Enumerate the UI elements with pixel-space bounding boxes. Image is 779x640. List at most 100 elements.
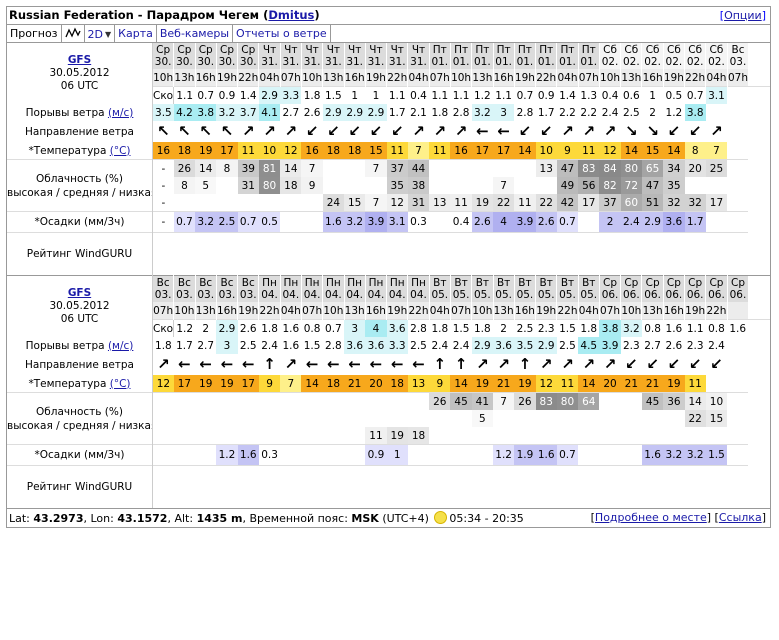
temperature-cell: 14 bbox=[620, 142, 642, 160]
day-name: Пн bbox=[283, 277, 299, 289]
cloud-low-cell bbox=[238, 194, 259, 212]
permalink-link[interactable]: Ссылка bbox=[719, 511, 762, 524]
day-date: 03. bbox=[176, 289, 193, 301]
day-header: Сб 02. bbox=[662, 43, 685, 69]
cloud-high-cell: 25 bbox=[705, 159, 728, 177]
cloud-low-cell bbox=[216, 194, 237, 212]
day-date: 03. bbox=[218, 289, 236, 301]
cloud-mid-cell: 8 bbox=[173, 177, 196, 194]
wind-gust-unit-link[interactable]: (м/с) bbox=[108, 107, 133, 119]
cloud-low-cell: 19 bbox=[471, 194, 493, 212]
cloud-mid-cell bbox=[174, 410, 195, 427]
wind-arrow-icon: ↗ bbox=[157, 355, 170, 373]
wind-gust-cell: 3.5 bbox=[514, 337, 536, 354]
model-link[interactable]: GFS bbox=[68, 54, 91, 66]
day-name: Сб bbox=[666, 44, 681, 56]
day-name: Пт bbox=[539, 44, 554, 56]
day-date: 02. bbox=[665, 56, 683, 68]
rating-cell bbox=[216, 232, 238, 275]
day-date: 03. bbox=[729, 56, 747, 68]
wind-speed-cell bbox=[748, 319, 770, 337]
wind-gust-cell: 2.7 bbox=[282, 106, 300, 119]
view-mode-select[interactable]: 2D ▼ bbox=[85, 25, 116, 42]
temperature-cell: 17 bbox=[493, 142, 515, 160]
day-date: 01. bbox=[580, 56, 598, 68]
day-header: Ср 06. bbox=[598, 275, 621, 302]
temperature-cell: 10 bbox=[535, 142, 557, 160]
wind-arrow-icon: ← bbox=[241, 355, 255, 373]
temperature-cell: 21 bbox=[641, 375, 664, 393]
precipitation-cell: - bbox=[152, 211, 174, 233]
precipitation-cell: 1.5 bbox=[705, 444, 728, 466]
day-header: Ср 06. bbox=[641, 275, 664, 302]
wind-arrow-icon: ← bbox=[472, 121, 493, 142]
day-name: Вс bbox=[177, 277, 191, 289]
cloud-mid-cell bbox=[514, 177, 535, 194]
graph-icon[interactable] bbox=[62, 25, 85, 42]
day-header: Пт 01. bbox=[449, 43, 472, 69]
day-date: 31. bbox=[261, 56, 278, 68]
wind-gust-cell: 1.2 bbox=[665, 106, 683, 119]
day-name: Ср bbox=[219, 44, 234, 56]
rating-cell bbox=[322, 232, 345, 275]
wind-speed-cell: 3.8 bbox=[599, 319, 621, 337]
wind-arrow-icon bbox=[727, 121, 748, 142]
temperature-cell: 11 bbox=[386, 142, 408, 160]
wind-speed-cell: 1.5 bbox=[450, 319, 472, 337]
cloud-high-cell: 65 bbox=[641, 159, 664, 177]
rating-cell bbox=[535, 465, 557, 508]
lon-value: 43.1572 bbox=[117, 512, 168, 525]
wind-arrow-icon: ↖ bbox=[195, 121, 216, 142]
rating-cell bbox=[599, 465, 621, 508]
temperature-unit-link[interactable]: (°C) bbox=[110, 378, 131, 390]
cloud-mid-cell bbox=[238, 410, 259, 427]
wind-gust-cell: 1.7 bbox=[537, 106, 555, 119]
wind-gust-unit-link[interactable]: (м/с) bbox=[108, 340, 133, 352]
tab-wind-reports[interactable]: Отчеты о ветре bbox=[233, 25, 331, 42]
user-link[interactable]: Dmitus bbox=[268, 8, 314, 22]
wind-arrow-icon: ↙ bbox=[518, 122, 532, 140]
wind-arrow-icon: ← bbox=[199, 355, 212, 373]
cloud-mid-cell: 82 bbox=[599, 177, 621, 194]
wind-gust-cell: 2.4 bbox=[601, 106, 619, 119]
temperature-cell: 16 bbox=[152, 142, 174, 160]
more-info-link[interactable]: Подробнее о месте bbox=[595, 511, 707, 524]
cloud-low-cell bbox=[174, 427, 195, 445]
cloud-low-cell bbox=[727, 427, 748, 445]
wind-arrow-icon: ← bbox=[348, 355, 361, 373]
cloud-low-cell: 51 bbox=[641, 194, 664, 212]
wind-speed-cell: 1.5 bbox=[556, 319, 579, 337]
wind-arrow-icon: ↙ bbox=[685, 354, 706, 375]
temperature-cell: 19 bbox=[195, 375, 217, 393]
day-date: 31. bbox=[325, 56, 342, 68]
row-label: *Осадки (мм/3ч) bbox=[7, 444, 153, 466]
cloud-mid-cell: 22 bbox=[684, 410, 706, 427]
temperature-cell: 19 bbox=[195, 142, 217, 160]
temperature-cell: 11 bbox=[556, 375, 579, 393]
sun-icon bbox=[434, 511, 448, 524]
cloud-mid-cell: 49 bbox=[556, 177, 579, 194]
temperature-cell: 14 bbox=[450, 375, 472, 393]
cloud-high-cell: 34 bbox=[663, 159, 685, 177]
wind-speed-cell: 3.2 bbox=[620, 319, 642, 337]
options-link[interactable]: Опции bbox=[724, 9, 762, 22]
alt-value: 1435 m bbox=[196, 512, 243, 525]
wind-arrow-icon: ↗ bbox=[433, 122, 447, 140]
rating-cell bbox=[152, 232, 174, 275]
wind-gust-cell: 3 bbox=[216, 337, 238, 354]
cloud-low-cell bbox=[238, 427, 259, 445]
precipitation-cell bbox=[173, 444, 196, 466]
wind-gust-cell: 2.2 bbox=[580, 106, 598, 119]
day-name: Пн bbox=[326, 277, 341, 289]
precipitation-cell: 2.6 bbox=[471, 211, 493, 233]
rating-label: Рейтинг WindGURU bbox=[26, 481, 133, 493]
tab-map[interactable]: Карта bbox=[115, 25, 157, 42]
day-name: Сб bbox=[624, 44, 639, 56]
model-link[interactable]: GFS bbox=[68, 287, 91, 299]
day-header: Пт 01. bbox=[492, 43, 515, 69]
wind-gust-cell: 2.5 bbox=[622, 106, 640, 119]
tab-forecast[interactable]: Прогноз bbox=[7, 25, 62, 42]
wind-arrow-icon: ← bbox=[344, 354, 365, 375]
tab-webcams[interactable]: Веб-камеры bbox=[157, 25, 234, 42]
temperature-unit-link[interactable]: (°C) bbox=[110, 145, 131, 157]
